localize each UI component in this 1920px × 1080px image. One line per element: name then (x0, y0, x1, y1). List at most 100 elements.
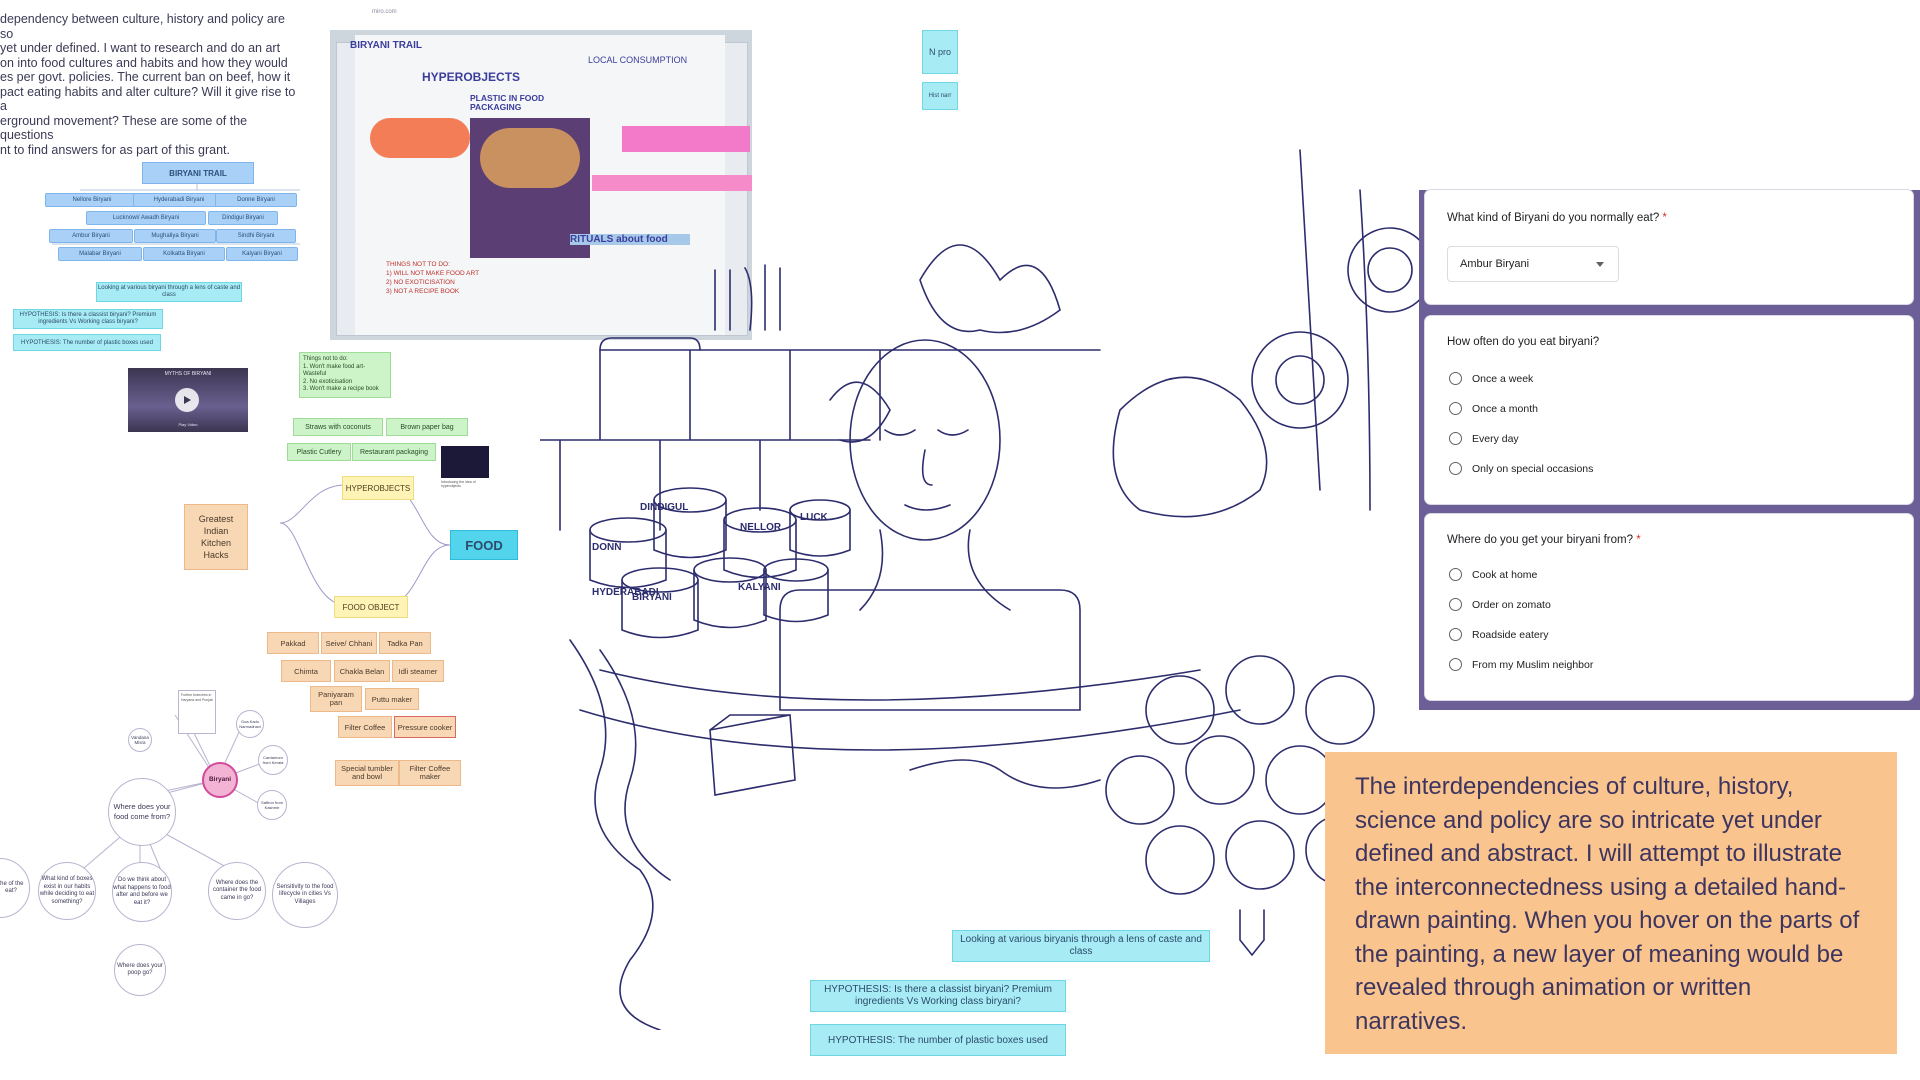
hand-drawn-illustration[interactable]: DINDIGUL NELLOR LUCK DONN HYDERABADI BIR… (540, 110, 1440, 1030)
top-note[interactable]: Hist narr (922, 82, 958, 110)
trail-chip[interactable]: Lucknowi/ Awadh Biryani (86, 211, 206, 225)
trail-chip[interactable]: Donne Biryani (215, 193, 297, 207)
hyperobject-caption: Introducing the idea of hyperobjects (441, 480, 476, 488)
lens-note-large[interactable]: Looking at various biryanis through a le… (952, 930, 1210, 962)
radio-circle-icon[interactable] (1449, 462, 1462, 475)
trail-chip[interactable]: Malabar Biryani (58, 247, 142, 261)
food-node[interactable]: FOOD (450, 530, 518, 560)
question-label: How often do you eat biryani? (1447, 336, 1600, 348)
web-node[interactable]: Cardamom from Kerala (258, 745, 288, 775)
hypothesis-note[interactable]: HYPOTHESIS: The number of plastic boxes … (13, 334, 161, 351)
radio-circle-icon[interactable] (1449, 372, 1462, 385)
greatest-hacks-note[interactable]: Greatest Indian Kitchen Hacks (184, 504, 248, 570)
hypothesis-note-large[interactable]: HYPOTHESIS: The number of plastic boxes … (810, 1024, 1066, 1056)
hypothesis-note[interactable]: HYPOTHESIS: Is there a classist biryani?… (13, 309, 163, 329)
question-circle[interactable]: Where does the container the food came i… (208, 862, 266, 920)
pot-label: BIRYANI (632, 592, 672, 603)
project-statement: The interdependencies of culture, histor… (1325, 752, 1897, 1054)
object-chip[interactable]: Pressure cooker (394, 716, 456, 738)
trail-chip[interactable]: Hyderabadi Biryani (133, 193, 225, 207)
chip-paper-bag[interactable]: Brown paper bag (386, 418, 468, 436)
object-chip[interactable]: Filter Coffee maker (399, 760, 461, 786)
object-chip[interactable]: Chimta (281, 660, 331, 682)
web-node[interactable]: Goa Kadu Narmadhavi (236, 710, 264, 738)
intro-paragraph: dependency between culture, history and … (0, 12, 296, 157)
question-circle[interactable]: Where does your poop go? (114, 944, 166, 996)
mindmap-connectors (279, 484, 451, 606)
radio-option[interactable]: Order on zomato (1449, 598, 1551, 611)
radio-option[interactable]: Cook at home (1449, 568, 1537, 581)
object-chip[interactable]: Idli steamer (392, 660, 444, 682)
video-title: MYTHS OF BIRYANI (164, 371, 212, 377)
trail-chip[interactable]: Nellore Biryani (45, 193, 139, 207)
question-label: Where do you get your biryani from? * (1447, 534, 1641, 546)
object-chip[interactable]: Puttu maker (365, 688, 419, 710)
chip-cutlery[interactable]: Plastic Cutlery (287, 443, 351, 461)
biryani-type-dropdown[interactable]: Ambur Biryani (1447, 246, 1619, 282)
trail-chip[interactable]: Sindhi Biryani (216, 229, 296, 243)
pot-label: DONN (592, 542, 621, 553)
web-note[interactable]: Further branches in Haryana and Punjab (178, 690, 216, 734)
biryani-center-node[interactable]: Biryani (202, 762, 238, 798)
collage-hyperobjects: HYPEROBJECTS (422, 70, 521, 84)
things-not-to-do-note[interactable]: Things not to do: 1. Won't make food art… (299, 352, 391, 398)
trail-chip[interactable]: Kalyani Biryani (226, 247, 298, 261)
option-label: Once a week (1472, 372, 1534, 385)
food-object-node[interactable]: FOOD OBJECT (334, 596, 408, 618)
option-label: Once a month (1472, 402, 1538, 415)
radio-circle-icon[interactable] (1449, 432, 1462, 445)
web-node[interactable]: Saffron from Kashmir (257, 790, 287, 820)
trail-chip[interactable]: Kolkatta Biryani (143, 247, 225, 261)
option-label: From my Muslim neighbor (1472, 658, 1594, 671)
radio-circle-icon[interactable] (1449, 628, 1462, 641)
radio-option[interactable]: Once a week (1449, 372, 1533, 385)
object-chip[interactable]: Filter Coffee (338, 716, 392, 738)
biryani-trail-title[interactable]: BIRYANI TRAIL (142, 162, 254, 184)
collage-trail: BIRYANI TRAIL (350, 40, 423, 51)
radio-circle-icon[interactable] (1449, 658, 1462, 671)
hyperobject-image[interactable] (441, 446, 489, 478)
collage-local: LOCAL CONSUMPTION (588, 55, 688, 65)
dropdown-arrow-icon (1596, 262, 1604, 267)
radio-circle-icon[interactable] (1449, 598, 1462, 611)
radio-circle-icon[interactable] (1449, 568, 1462, 581)
question-circle[interactable]: Do we think about what happens to food a… (112, 862, 172, 922)
miro-label: miro.com (372, 9, 397, 15)
form-question-card: What kind of Biryani do you normally eat… (1425, 190, 1913, 304)
hyperobjects-node[interactable]: HYPEROBJECTS (342, 476, 414, 500)
object-chip[interactable]: Chakla Belan (334, 660, 390, 682)
form-question-card: Where do you get your biryani from? * Co… (1425, 514, 1913, 700)
radio-option[interactable]: Only on special occasions (1449, 462, 1593, 475)
form-question-card: How often do you eat biryani? Once a wee… (1425, 316, 1913, 504)
question-circle[interactable]: Where does your food come from? (108, 778, 176, 846)
trail-chip[interactable]: Ambur Biryani (49, 229, 133, 243)
radio-option[interactable]: Roadside eatery (1449, 628, 1548, 641)
trail-chip[interactable]: Dindigul Biryani (208, 211, 278, 225)
hypothesis-note-large[interactable]: HYPOTHESIS: Is there a classist biryani?… (810, 980, 1066, 1012)
collage-notes: THINGS NOT TO DO: 1) WILL NOT MAKE FOOD … (386, 261, 480, 295)
radio-circle-icon[interactable] (1449, 402, 1462, 415)
pot-label: LUCK (800, 512, 829, 523)
lens-note[interactable]: Looking at various biryani through a len… (96, 282, 242, 302)
chip-straws[interactable]: Straws with coconuts (293, 418, 383, 436)
radio-option[interactable]: From my Muslim neighbor (1449, 658, 1593, 671)
video-thumbnail[interactable]: MYTHS OF BIRYANI Play Video (128, 368, 248, 432)
radio-option[interactable]: Once a month (1449, 402, 1538, 415)
pot-label: NELLOR (740, 522, 782, 533)
top-note[interactable]: N pro (922, 30, 958, 74)
photo-onions (370, 118, 470, 158)
play-icon[interactable] (175, 388, 199, 412)
object-chip[interactable]: Pakkad (267, 632, 319, 654)
option-label: Roadside eatery (1472, 628, 1549, 641)
question-circle[interactable]: Sensitivity to the food lifecycle in cit… (272, 862, 338, 928)
radio-option[interactable]: Every day (1449, 432, 1519, 445)
question-connectors (69, 714, 271, 910)
object-chip[interactable]: Seive/ Chhani (321, 632, 377, 654)
object-chip[interactable]: Special tumbler and bowl (335, 760, 399, 786)
web-node[interactable]: Vandana Misra (128, 728, 152, 752)
pot-label: DINDIGUL (640, 502, 688, 513)
object-chip[interactable]: Tadka Pan (379, 632, 431, 654)
chip-packaging[interactable]: Restaurant packaging (352, 443, 436, 461)
trail-chip[interactable]: Mughaliya Biryani (134, 229, 216, 243)
question-circle[interactable]: What kind of boxes exist in our habits w… (38, 862, 96, 920)
